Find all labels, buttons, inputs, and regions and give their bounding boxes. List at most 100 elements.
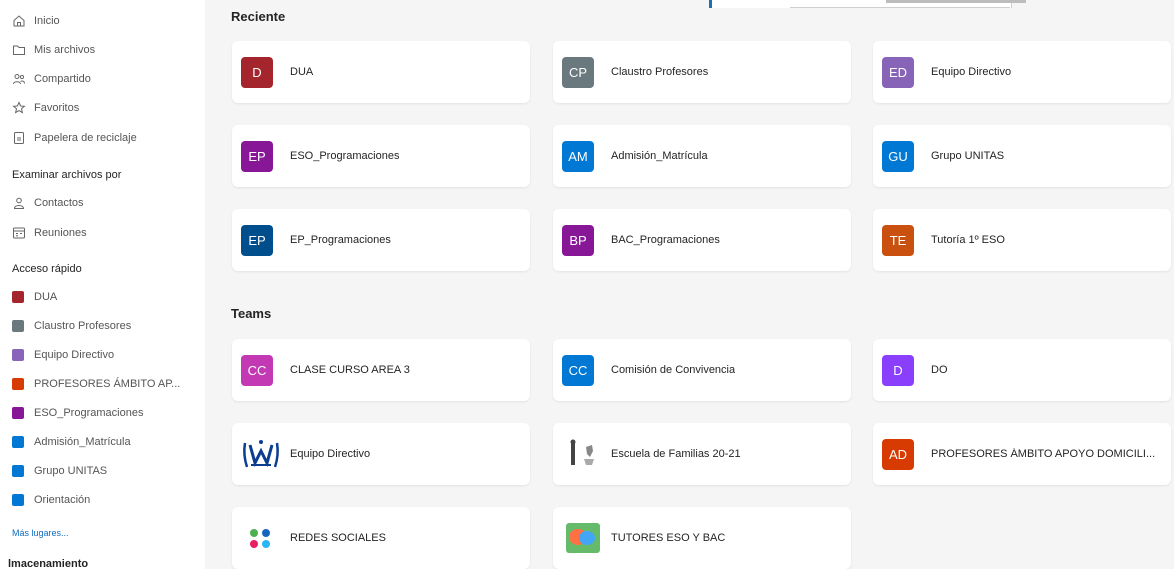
quick-label: PROFESORES ÁMBITO AP... (34, 378, 181, 390)
quick-label: Claustro Profesores (34, 320, 132, 332)
quick-label: ESO_Programaciones (34, 407, 144, 419)
quick-dua[interactable]: DUA (12, 285, 57, 309)
quick-grupo-unitas[interactable]: Grupo UNITAS (12, 459, 107, 483)
recent-card[interactable]: ED Equipo Directivo (873, 41, 1171, 103)
quick-label: Grupo UNITAS (34, 465, 108, 477)
equipo-directivo-logo (241, 437, 281, 471)
quick-admision[interactable]: Admisión_Matrícula (12, 430, 131, 454)
quick-eso-programaciones[interactable]: ESO_Programaciones (12, 401, 143, 425)
site-initials-icon: D (241, 57, 273, 88)
site-initials-icon: EP (241, 141, 273, 172)
tutores-logo (562, 521, 602, 555)
quick-equipo-directivo[interactable]: Equipo Directivo (12, 343, 114, 367)
site-initials-icon: TE (882, 225, 914, 256)
nav-papelera[interactable]: Papelera de reciclaje (12, 126, 137, 150)
redes-sociales-logo (241, 521, 281, 555)
team-card[interactable]: Escuela de Familias 20-21 (553, 423, 851, 485)
nav-label: Contactos (34, 197, 84, 209)
site-initials-icon: BP (562, 225, 594, 256)
site-color-icon (12, 407, 24, 419)
card-title: Claustro Profesores (611, 66, 709, 78)
team-card[interactable]: CC CLASE CURSO AREA 3 (232, 339, 530, 401)
site-initials-icon: EP (241, 225, 273, 256)
nav-inicio[interactable]: Inicio (12, 9, 60, 33)
top-panel-inner (790, 0, 1026, 8)
recent-card[interactable]: AM Admisión_Matrícula (553, 125, 851, 187)
nav-label: Compartido (34, 73, 91, 85)
card-title: Equipo Directivo (290, 448, 371, 460)
nav-mis-archivos[interactable]: Mis archivos (12, 38, 95, 62)
site-color-icon (12, 320, 24, 332)
sidebar: Inicio Mis archivos Compartido Favoritos… (0, 0, 205, 569)
escuela-familias-logo (562, 437, 602, 471)
site-color-icon (12, 291, 24, 303)
site-initials-icon: CP (562, 57, 594, 88)
site-color-icon (12, 349, 24, 361)
nav-contactos[interactable]: Contactos (12, 191, 84, 215)
nav-reuniones[interactable]: Reuniones (12, 221, 87, 245)
recent-card[interactable]: BP BAC_Programaciones (553, 209, 851, 271)
team-card[interactable]: AD PROFESORES ÁMBITO APOYO DOMICILI... (873, 423, 1171, 485)
more-places-link[interactable]: Más lugares... (12, 528, 69, 538)
team-card[interactable]: D DO (873, 339, 1171, 401)
card-title: Admisión_Matrícula (611, 150, 708, 162)
site-initials-icon: CC (562, 355, 594, 386)
nav-favoritos[interactable]: Favoritos (12, 96, 79, 120)
home-icon (12, 14, 26, 28)
star-icon (12, 101, 26, 115)
person-icon (12, 196, 26, 210)
recent-heading: Reciente (231, 9, 286, 24)
recent-card[interactable]: EP EP_Programaciones (232, 209, 530, 271)
card-title: CLASE CURSO AREA 3 (290, 364, 410, 376)
folder-icon (12, 43, 26, 57)
quick-access-heading: Acceso rápido (12, 263, 82, 275)
card-title: PROFESORES ÁMBITO APOYO DOMICILI... (931, 448, 1156, 460)
site-color-icon (12, 494, 24, 506)
site-color-icon (12, 465, 24, 477)
recent-card[interactable]: TE Tutoría 1º ESO (873, 209, 1171, 271)
teams-heading: Teams (231, 306, 272, 321)
card-title: Grupo UNITAS (931, 150, 1005, 162)
card-title: Escuela de Familias 20-21 (611, 448, 741, 460)
top-panel-fragment (709, 0, 1026, 8)
card-title: EP_Programaciones (290, 234, 391, 246)
top-panel-text-fragment (886, 0, 1026, 3)
quick-claustro[interactable]: Claustro Profesores (12, 314, 131, 338)
team-card[interactable]: TUTORES ESO Y BAC (553, 507, 851, 569)
nav-label: Reuniones (34, 227, 87, 239)
nav-label: Mis archivos (34, 44, 96, 56)
quick-profesores-ambito[interactable]: PROFESORES ÁMBITO AP... (12, 372, 180, 396)
quick-label: Equipo Directivo (34, 349, 115, 361)
card-title: DUA (290, 66, 314, 78)
storage-heading: lmacenamiento (8, 558, 89, 569)
site-initials-icon: ED (882, 57, 914, 88)
recent-card[interactable]: CP Claustro Profesores (553, 41, 851, 103)
site-initials-icon: AD (882, 439, 914, 470)
quick-orientacion[interactable]: Orientación (12, 488, 90, 512)
team-card[interactable]: CC Comisión de Convivencia (553, 339, 851, 401)
nav-compartido[interactable]: Compartido (12, 67, 91, 91)
site-initials-icon: D (882, 355, 914, 386)
card-title: DO (931, 364, 948, 376)
nav-label: Inicio (34, 15, 60, 27)
calendar-icon (12, 226, 26, 240)
quick-label: Admisión_Matrícula (34, 436, 131, 448)
site-initials-icon: GU (882, 141, 914, 172)
browse-heading: Examinar archivos por (12, 169, 122, 181)
site-color-icon (12, 378, 24, 390)
card-title: TUTORES ESO Y BAC (611, 532, 726, 544)
team-card[interactable]: Equipo Directivo (232, 423, 530, 485)
nav-label: Papelera de reciclaje (34, 132, 137, 144)
team-card[interactable]: REDES SOCIALES (232, 507, 530, 569)
recent-card[interactable]: EP ESO_Programaciones (232, 125, 530, 187)
card-title: Tutoría 1º ESO (931, 234, 1005, 246)
nav-label: Favoritos (34, 102, 80, 114)
card-title: REDES SOCIALES (290, 532, 386, 544)
card-title: BAC_Programaciones (611, 234, 720, 246)
site-initials-icon: AM (562, 141, 594, 172)
people-icon (12, 72, 26, 86)
card-title: Comisión de Convivencia (611, 364, 736, 376)
recent-card[interactable]: D DUA (232, 41, 530, 103)
site-color-icon (12, 436, 24, 448)
recent-card[interactable]: GU Grupo UNITAS (873, 125, 1171, 187)
